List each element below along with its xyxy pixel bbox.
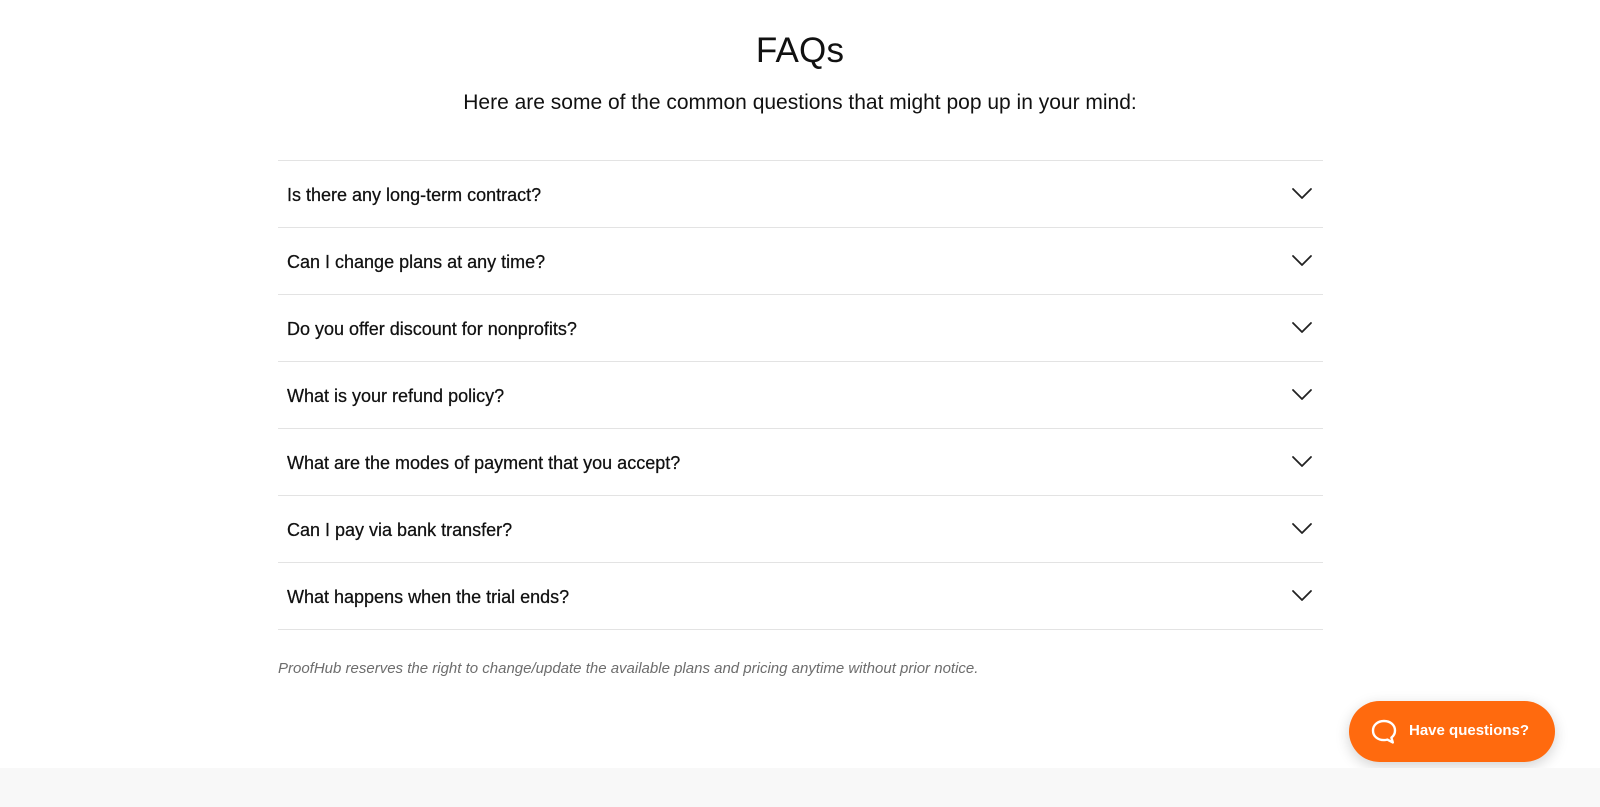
faq-item-nonprofit-discount[interactable]: Do you offer discount for nonprofits? xyxy=(278,295,1323,362)
chevron-down-icon[interactable] xyxy=(1291,587,1313,603)
chevron-down-icon[interactable] xyxy=(1291,252,1313,268)
pricing-disclaimer: ProofHub reserves the right to change/up… xyxy=(278,660,979,677)
footer-band xyxy=(0,768,1600,807)
faq-item-long-term-contract[interactable]: Is there any long-term contract? xyxy=(278,161,1323,228)
faq-item-payment-modes[interactable]: What are the modes of payment that you a… xyxy=(278,429,1323,496)
faq-subtitle: Here are some of the common questions th… xyxy=(463,91,1137,114)
faq-question: Can I pay via bank transfer? xyxy=(287,520,513,540)
have-questions-button[interactable]: Have questions? xyxy=(1349,701,1555,762)
faq-list: Is there any long-term contract? Can I c… xyxy=(278,160,1323,630)
faq-question: What are the modes of payment that you a… xyxy=(287,453,681,473)
page: FAQs Here are some of the common questio… xyxy=(0,0,1600,807)
faq-item-trial-ends[interactable]: What happens when the trial ends? xyxy=(278,563,1323,630)
faq-question: Is there any long-term contract? xyxy=(287,185,542,205)
faq-section: FAQs Here are some of the common questio… xyxy=(0,0,1600,768)
have-questions-label: Have questions? xyxy=(1409,722,1530,739)
faq-item-refund-policy[interactable]: What is your refund policy? xyxy=(278,362,1323,429)
faq-title: FAQs xyxy=(755,31,845,70)
chat-bubble-icon xyxy=(1371,719,1397,744)
faq-question: Can I change plans at any time? xyxy=(287,252,546,272)
chevron-down-icon[interactable] xyxy=(1291,453,1313,469)
faq-item-change-plans[interactable]: Can I change plans at any time? xyxy=(278,228,1323,295)
chevron-down-icon[interactable] xyxy=(1291,520,1313,536)
faq-question: What is your refund policy? xyxy=(287,386,505,406)
chevron-down-icon[interactable] xyxy=(1291,319,1313,335)
faq-item-bank-transfer[interactable]: Can I pay via bank transfer? xyxy=(278,496,1323,563)
faq-question: What happens when the trial ends? xyxy=(287,587,570,607)
faq-question: Do you offer discount for nonprofits? xyxy=(287,319,577,339)
chevron-down-icon[interactable] xyxy=(1291,185,1313,201)
chevron-down-icon[interactable] xyxy=(1291,386,1313,402)
